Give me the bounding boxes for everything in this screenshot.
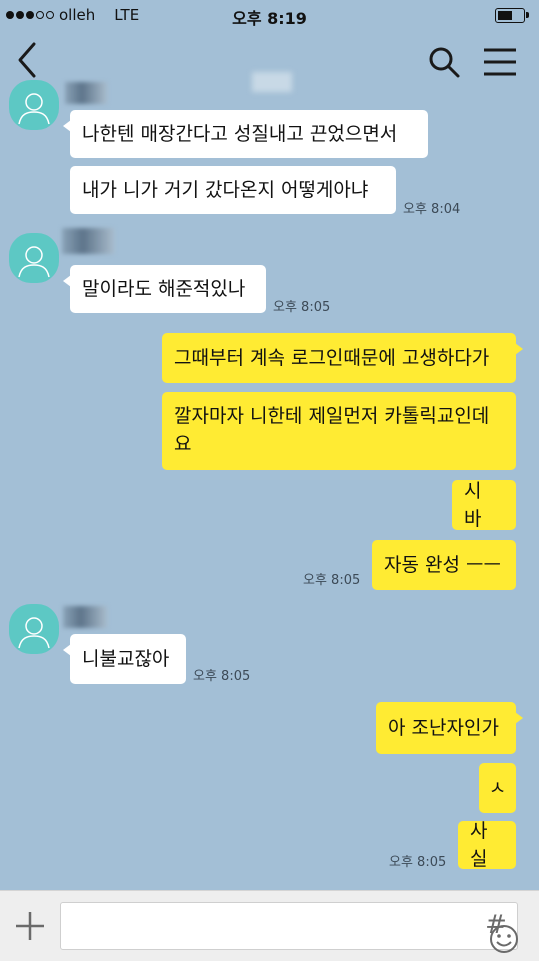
plus-icon[interactable] <box>12 908 48 944</box>
message-text: 그때부터 계속 로그인때문에 고생하다가 <box>174 347 490 369</box>
message-text: 말이라도 해준적있나 <box>82 278 246 300</box>
message-bubble[interactable]: 사실 <box>458 820 516 870</box>
sender-name <box>65 82 107 104</box>
chat-header <box>0 30 539 92</box>
message-text: 깔자마자 니한테 제일먼저 카톨릭교인데 <box>174 405 490 427</box>
message-text: 아 조난자인가 <box>388 717 499 739</box>
sender-name <box>63 606 107 628</box>
chevron-left-icon[interactable] <box>12 40 48 80</box>
message-text: ㅅ <box>488 777 507 799</box>
message-bubble[interactable]: 말이라도 해준적있나 <box>63 265 266 313</box>
message-bubble[interactable]: 내가 니가 거기 갔다온지 어떻게아냐 <box>70 166 396 214</box>
message-text: 사실 <box>470 820 488 870</box>
message-bubble[interactable]: 그때부터 계속 로그인때문에 고생하다가 <box>162 333 523 383</box>
chat-title <box>252 72 292 92</box>
message-bubble[interactable]: 아 조난자인가 <box>376 702 523 754</box>
clock: 오후 8:19 <box>232 9 307 28</box>
message-bubble[interactable]: 나한텐 매장간다고 성질내고 끈었으면서 <box>63 110 428 158</box>
message-bubble[interactable]: 깔자마자 니한테 제일먼저 카톨릭교인데 요 <box>162 392 516 470</box>
message-text: 요 <box>174 433 192 455</box>
hashtag-search-button[interactable]: # <box>479 908 513 942</box>
message-text: 시 바 <box>464 480 482 530</box>
avatar[interactable] <box>9 233 59 283</box>
message-text: 니불교잖아 <box>82 648 170 670</box>
message-time: 오후 8:05 <box>273 300 331 315</box>
message-time: 오후 8:04 <box>403 202 461 217</box>
hamburger-menu-icon[interactable] <box>480 44 520 80</box>
message-time: 오후 8:05 <box>389 855 447 870</box>
message-text: 내가 니가 거기 갔다온지 어떻게아냐 <box>82 179 369 201</box>
avatar[interactable] <box>9 80 59 130</box>
battery-icon <box>495 8 529 23</box>
message-bubble[interactable]: 자동 완성 ㅡㅡ <box>372 540 516 590</box>
message-text: 나한텐 매장간다고 성질내고 끈었으면서 <box>82 123 398 145</box>
message-time: 오후 8:05 <box>303 573 361 588</box>
message-input-bar: # <box>0 890 539 961</box>
message-bubble[interactable]: 시 바 <box>452 480 516 530</box>
avatar[interactable] <box>9 604 59 654</box>
message-time: 오후 8:05 <box>193 669 251 684</box>
search-icon[interactable] <box>426 44 464 80</box>
battery-level <box>498 11 513 20</box>
message-text: 자동 완성 ㅡㅡ <box>384 554 501 576</box>
sender-name <box>62 228 114 254</box>
message-input[interactable]: # <box>60 902 518 953</box>
message-bubble[interactable]: ㅅ <box>479 763 516 813</box>
status-bar: olleh LTE 오후 8:19 <box>0 0 539 30</box>
message-bubble[interactable]: 니불교잖아 <box>63 634 186 684</box>
